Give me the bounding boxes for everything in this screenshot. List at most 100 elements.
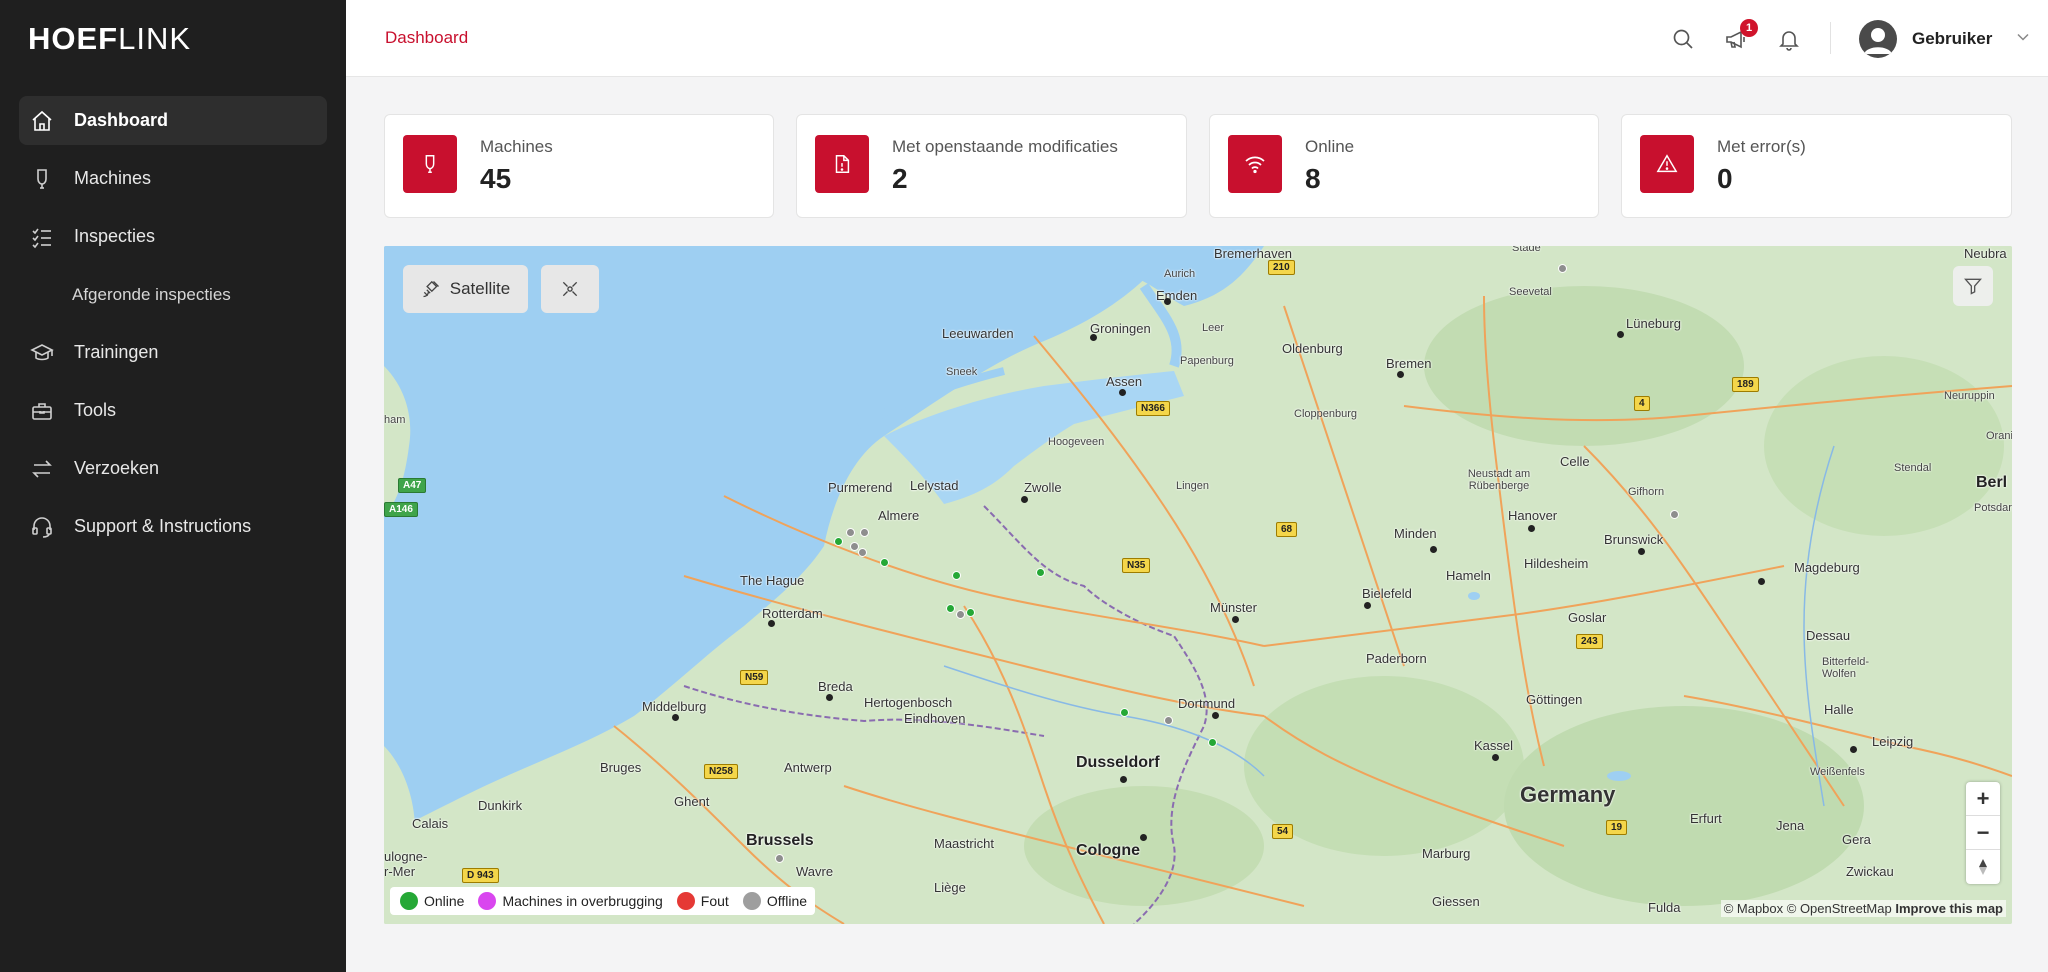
city-marker [1164,298,1171,305]
hoeflink-logo[interactable]: HOEF LINK [28,21,191,56]
sidebar-item-verzoeken[interactable]: Verzoeken [19,444,327,493]
sidebar-item-dashboard[interactable]: Dashboard [19,96,327,145]
sidebar-item-label: Tools [74,400,117,420]
city-marker [1492,754,1499,761]
sidebar-item-afgeronde-inspecties[interactable]: Afgeronde inspecties [19,270,327,319]
legend-swatch [742,892,761,910]
place-label: Halle [1824,702,1854,717]
stat-card-online[interactable]: Online 8 [1209,114,1599,218]
place-label: ham [384,414,406,426]
place-label: Fulda [1648,900,1681,915]
chevron-down-icon[interactable] [2016,30,2030,49]
place-label: Calais [412,816,449,831]
machine-icon [403,135,457,193]
place-label: Hanover [1508,508,1558,523]
road-shield: 243 [1576,634,1603,649]
stat-card-machines[interactable]: Machines 45 [384,114,774,218]
sidebar-item-label: Trainingen [74,342,159,362]
place-label: Brussels [746,832,814,849]
map-attribution: © Mapbox © OpenStreetMap Improve this ma… [1720,900,2006,917]
city-marker [1212,712,1219,719]
place-label: Marburg [1422,846,1471,861]
user-name[interactable]: Gebruiker [1912,29,1992,49]
machine-marker-offline[interactable] [775,854,784,863]
machine-marker-online[interactable] [952,571,961,580]
sidebar-nav: Dashboard Machines Inspecties Afgeronde … [19,96,327,560]
road-shield: 54 [1272,824,1294,839]
cluster-toggle-button[interactable] [541,265,599,313]
place-label: Neubra [1964,246,2007,261]
city-marker [1528,525,1535,532]
sidebar-item-support[interactable]: Support & Instructions [19,502,327,551]
place-label: Bitterfeld-Wolfen [1822,656,1870,680]
stat-card-modificaties[interactable]: Met openstaande modificaties 2 [796,114,1187,218]
place-label: Rotterdam [762,606,823,621]
place-label: Assen [1106,374,1143,389]
place-label: Hildesheim [1524,556,1589,571]
legend-label: Offline [766,893,808,909]
sidebar-item-trainingen[interactable]: Trainingen [19,328,327,377]
machine-marker-offline[interactable] [858,548,867,557]
machine-marker-offline[interactable] [860,528,869,537]
city-marker [1119,389,1126,396]
road-shield: N366 [1136,401,1170,416]
avatar[interactable] [1859,20,1897,58]
place-label: Stendal [1894,462,1932,474]
attribution-text[interactable]: © Mapbox © OpenStreetMap [1724,901,1892,916]
legend-item-online: Online [400,892,464,910]
sidebar-item-label: Afgeronde inspecties [72,284,231,304]
compass-button[interactable] [1966,850,2000,884]
graduation-icon [29,340,55,366]
improve-map-link[interactable]: Improve this map [1895,901,2003,916]
zoom-out-button[interactable]: − [1966,816,2000,850]
machine-marker-offline[interactable] [956,610,965,619]
place-label: Hoogeveen [1048,436,1105,448]
place-label: Stade [1512,246,1541,254]
road-shield: 210 [1268,260,1295,275]
stat-value: 45 [480,163,512,194]
cluster-icon [560,279,580,299]
zoom-in-button[interactable]: + [1966,782,2000,816]
machine-marker-offline[interactable] [846,528,855,537]
machine-marker-online[interactable] [1036,568,1045,577]
sidebar: HOEF LINK Dashboard Machines Inspecties A… [0,0,346,972]
machine-map[interactable]: Bremerhaven Aurich Emden Leer Papenburg … [384,246,2012,924]
place-label: Hameln [1446,568,1491,583]
machine-marker-offline[interactable] [1558,264,1567,273]
place-label: Neuruppin [1944,390,1995,402]
place-label: Antwerp [784,760,832,775]
place-label: Breda [818,679,853,694]
road-shield: N59 [740,670,769,685]
stat-card-errors[interactable]: Met error(s) 0 [1621,114,2012,218]
legend-swatch [400,892,418,910]
place-label: Groningen [1090,321,1151,336]
place-label: Minden [1394,526,1437,541]
place-label: Dusseldorf [1076,754,1160,771]
machine-marker-offline[interactable] [1670,510,1679,519]
city-marker [672,714,679,721]
machine-marker-online[interactable] [946,604,955,613]
legend-swatch [478,892,497,910]
place-label: Emden [1156,288,1198,303]
place-label: Lüneburg [1626,316,1681,331]
satellite-toggle-button[interactable]: Satellite [403,265,528,313]
top-header: Dashboard 1 Gebruiker [346,0,2048,77]
search-icon[interactable] [1669,25,1697,53]
machine-marker-online[interactable] [880,558,889,567]
sidebar-item-machines[interactable]: Machines [19,154,327,203]
place-label: Leeuwarden [942,326,1014,341]
place-label: Papenburg [1180,355,1234,367]
breadcrumb[interactable]: Dashboard [385,28,468,48]
place-label: Brunswick [1604,532,1664,547]
megaphone-icon[interactable]: 1 [1722,19,1758,53]
place-label: Leipzig [1872,734,1914,749]
machine-marker-online[interactable] [834,537,843,546]
machine-marker-offline[interactable] [1164,716,1173,725]
filter-button[interactable] [1953,266,1993,306]
sidebar-item-tools[interactable]: Tools [19,386,327,435]
bell-icon[interactable] [1775,25,1803,53]
machine-marker-online[interactable] [1120,708,1129,717]
machine-marker-online[interactable] [1208,738,1217,747]
machine-marker-online[interactable] [966,608,975,617]
sidebar-item-inspecties[interactable]: Inspecties [19,212,327,261]
